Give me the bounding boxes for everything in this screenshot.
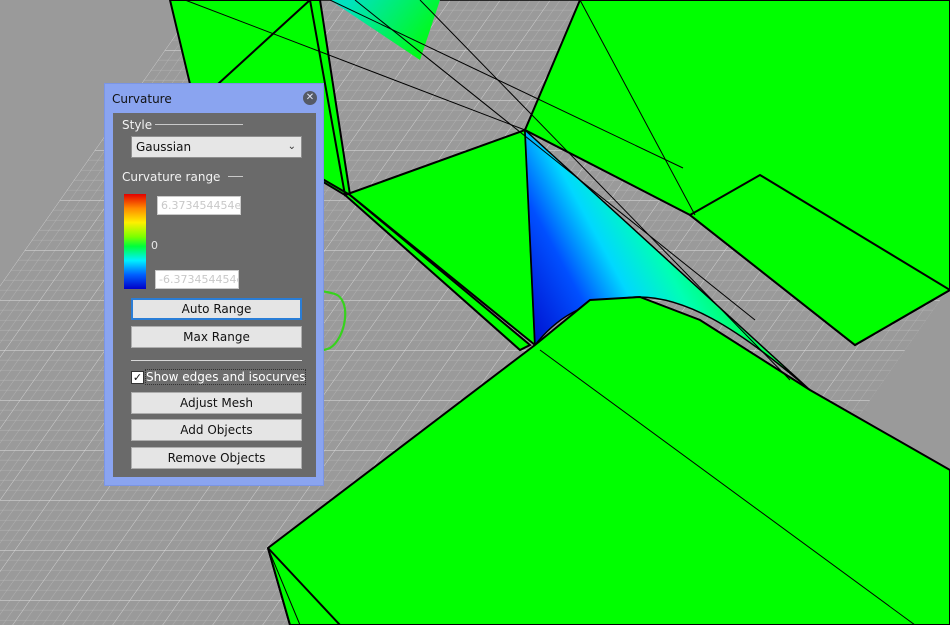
style-label: Style xyxy=(122,118,153,132)
max-range-button[interactable]: Max Range xyxy=(131,326,302,348)
show-edges-label[interactable]: Show edges and isocurves xyxy=(144,369,307,385)
close-icon[interactable]: ✕ xyxy=(303,91,317,105)
range-mid-label: 0 xyxy=(151,239,158,252)
curvature-range-label: Curvature range xyxy=(122,170,221,184)
adjust-mesh-button[interactable]: Adjust Mesh xyxy=(131,392,302,414)
divider xyxy=(131,360,302,361)
panel-title: Curvature xyxy=(112,92,172,106)
show-edges-checkbox[interactable]: ✓ xyxy=(131,371,144,384)
style-dropdown-value: Gaussian xyxy=(136,140,192,154)
style-dropdown[interactable]: Gaussian ⌄ xyxy=(131,136,302,158)
auto-range-button[interactable]: Auto Range xyxy=(131,298,302,320)
remove-objects-button[interactable]: Remove Objects xyxy=(131,447,302,469)
add-objects-button[interactable]: Add Objects xyxy=(131,419,302,441)
panel-body: Style Gaussian ⌄ Curvature range 6.37345… xyxy=(113,113,316,477)
curvature-color-scale xyxy=(124,194,146,289)
curvature-range-rule xyxy=(228,176,243,177)
range-max-input[interactable]: 6.373454454e-0 xyxy=(157,196,241,215)
range-min-input[interactable]: -6.373454454e- xyxy=(155,270,239,289)
curvature-panel: Curvature ✕ Style Gaussian ⌄ Curvature r… xyxy=(104,83,324,486)
chevron-down-icon: ⌄ xyxy=(287,141,296,152)
style-rule xyxy=(155,124,243,125)
